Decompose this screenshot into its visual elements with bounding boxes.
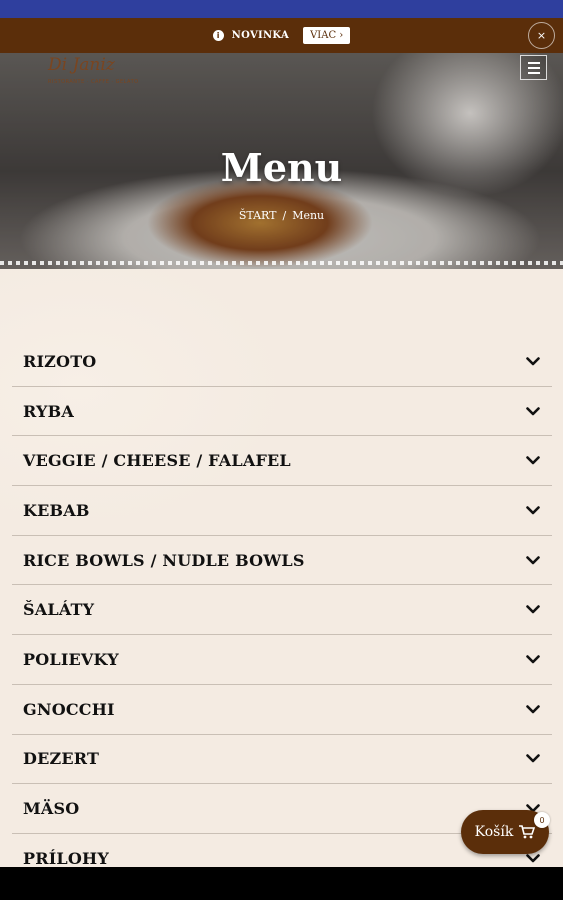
hamburger-menu-icon[interactable] [520,55,547,80]
chevron-down-icon [526,555,540,564]
menu-category-item[interactable]: RICE BOWLS / NUDLE BOWLS [12,536,552,586]
breadcrumb-home-link[interactable]: ŠTART [239,209,277,222]
menu-category-item[interactable]: GNOCCHI [12,685,552,735]
menu-section: RIZOTO RYBA VEGGIE / CHEESE / FALAFEL KE… [0,269,563,867]
breadcrumb: ŠTART / Menu [0,209,563,222]
info-icon: i [212,30,224,41]
menu-category-item[interactable]: DEZERT [12,735,552,785]
cart-icon [519,825,536,839]
notice-text: NOVINKA [231,30,290,41]
system-status-bar [0,0,563,18]
menu-category-label: RIZOTO [23,351,97,371]
notice-close-button[interactable]: × [528,22,555,49]
menu-category-label: VEGGIE / CHEESE / FALAFEL [23,451,291,471]
hero-banner: Di Janiz RISTORANTE · CAFFE · GELATO Men… [0,53,563,269]
cart-label: Košík [474,824,514,840]
menu-category-label: KEBAB [23,500,90,520]
menu-category-label: RICE BOWLS / NUDLE BOWLS [23,550,305,570]
menu-category-label: GNOCCHI [23,699,115,719]
chevron-down-icon [526,704,540,713]
chevron-down-icon [526,506,540,515]
notice-bar: i NOVINKA VIAC › × [0,18,563,53]
page-title: Menu [220,145,343,190]
system-navigation-bar [0,867,563,900]
menu-category-item[interactable]: POLIEVKY [12,635,552,685]
more-button[interactable]: VIAC › [303,27,351,44]
chevron-down-icon [526,655,540,664]
chevron-down-icon [526,456,540,465]
menu-category-item[interactable]: ŠALÁTY [12,585,552,636]
menu-category-list: RIZOTO RYBA VEGGIE / CHEESE / FALAFEL KE… [12,337,552,867]
chevron-down-icon [526,406,540,415]
breadcrumb-separator: / [282,209,287,222]
chevron-down-icon [526,754,540,763]
cart-count-badge: 0 [534,812,550,828]
menu-category-item[interactable]: KEBAB [12,486,552,536]
menu-category-label: MÄSO [23,799,80,819]
chevron-down-icon [526,853,540,863]
chevron-down-icon [526,357,540,366]
menu-category-label: ŠALÁTY [23,600,95,620]
hero-dotted-border [0,261,563,265]
close-icon: × [536,29,547,42]
menu-category-label: RYBA [23,401,74,421]
site-logo-subtitle: RISTORANTE · CAFFE · GELATO [48,79,139,85]
breadcrumb-current: Menu [292,209,325,222]
menu-category-item[interactable]: RYBA [12,387,552,437]
menu-category-item[interactable]: RIZOTO [12,337,552,387]
menu-category-item[interactable]: VEGGIE / CHEESE / FALAFEL [12,436,552,487]
site-logo[interactable]: Di Janiz [48,55,115,75]
menu-category-label: DEZERT [23,749,100,769]
menu-category-label: POLIEVKY [23,649,119,669]
chevron-down-icon [526,605,540,614]
menu-category-label: PRÍLOHY [23,848,109,867]
